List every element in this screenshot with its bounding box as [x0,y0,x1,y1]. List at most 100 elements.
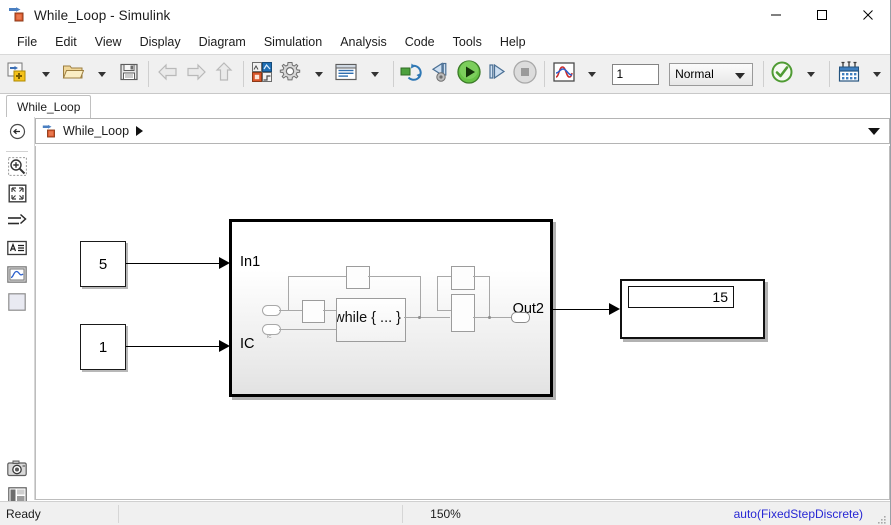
scope-view-button[interactable] [4,265,30,289]
open-folder-icon [62,62,85,87]
chevron-down-icon [314,71,323,77]
build-model-dropdown[interactable] [864,59,890,89]
annotation-icon [7,240,27,261]
blank-area-icon [8,292,26,316]
maximize-button[interactable] [799,0,845,30]
run-button[interactable] [456,59,482,89]
scope-view-icon [7,266,27,288]
preview-wire [437,310,451,311]
library-browser-button[interactable] [249,59,275,89]
navigate-up-button[interactable] [4,122,30,146]
update-model-button[interactable] [400,59,426,89]
signal-routing-button[interactable] [4,211,30,235]
tab-while-loop[interactable]: While_Loop [6,95,92,118]
minimize-button[interactable] [753,0,799,30]
model-advisor-dropdown[interactable] [797,59,823,89]
preview-wire [288,276,289,310]
annotation-button[interactable] [4,238,30,262]
new-model-button[interactable] [4,59,30,89]
simulation-data-inspector-dropdown[interactable] [579,59,605,89]
close-button[interactable] [845,0,890,30]
breadcrumb-path[interactable]: While_Loop [63,124,129,138]
signal-line-const5[interactable] [126,263,225,264]
while-iterator-block: while { ... } While Iterator [336,298,406,342]
menu-code[interactable]: Code [396,32,444,52]
snapshot-camera-icon [7,460,27,482]
toolbar-separator [829,61,830,87]
status-solver-text[interactable]: auto(FixedStepDiscrete) [734,507,863,521]
signal-arrow-display [609,303,620,315]
status-bar: Ready 150% auto(FixedStepDiscrete) [0,501,890,525]
simulation-mode-select[interactable]: Normal [669,62,753,86]
menu-file[interactable]: File [8,32,46,52]
display-block[interactable]: 15 [620,279,765,339]
resize-grip-icon[interactable] [877,512,887,524]
preview-wire [437,276,438,310]
step-back-button[interactable] [428,59,454,89]
up-level-button[interactable] [211,59,237,89]
model-canvas[interactable]: 5 1 In1 IC Out2 IC while {...} 15 [35,146,890,500]
simulation-stop-time-input[interactable]: 1 [611,63,660,85]
fit-to-view-button[interactable] [4,184,30,208]
model-configuration-dropdown[interactable] [305,59,331,89]
navigate-up-icon [9,123,26,145]
while-loop-subsystem-block[interactable]: In1 IC Out2 IC while {...} [229,219,553,397]
signal-line-out2[interactable] [553,309,615,310]
menu-edit[interactable]: Edit [46,32,86,52]
step-forward-button[interactable] [484,59,510,89]
signal-line-const1[interactable] [126,346,225,347]
model-explorer-button[interactable] [333,59,359,89]
toolbar-separator [543,61,545,87]
stop-button[interactable] [512,59,538,89]
preview-wire [368,276,420,277]
title-bar: While_Loop - Simulink [0,0,890,30]
signal-scope-icon [552,61,576,88]
back-arrow-icon [156,62,180,87]
main-toolbar: 1 Normal [0,54,890,94]
constant-block-1[interactable]: 1 [80,324,126,370]
subsystem-preview: IC while { ... } While Iterator [232,222,556,400]
chevron-down-icon [873,71,882,77]
menu-diagram[interactable]: Diagram [190,32,255,52]
open-model-dropdown[interactable] [88,59,114,89]
preview-junction-dot [418,316,421,319]
zoom-in-button[interactable] [4,157,30,181]
menu-help[interactable]: Help [491,32,535,52]
build-model-button[interactable] [836,59,862,89]
model-configuration-button[interactable] [277,59,303,89]
simulation-data-inspector-button[interactable] [551,59,577,89]
blank-area-button[interactable] [4,292,30,316]
preview-wire [279,310,302,311]
model-advisor-button[interactable] [769,59,795,89]
simulink-window: While_Loop - Simulink File Edit View Dis… [0,0,891,525]
preview-outport [511,312,530,323]
menu-view[interactable]: View [86,32,131,52]
preview-block-top [346,266,370,289]
open-model-button[interactable] [60,59,86,89]
menu-tools[interactable]: Tools [444,32,491,52]
simulink-model-icon [42,124,58,139]
preview-inport-ic-label: IC [267,334,272,339]
library-browser-icon [251,61,273,88]
save-disk-icon [119,62,139,87]
constant-block-5[interactable]: 5 [80,241,126,287]
snapshot-button[interactable] [4,459,30,483]
menu-display[interactable]: Display [131,32,190,52]
chevron-down-icon [41,71,50,77]
toolbar-separator [148,61,149,87]
model-explorer-dropdown[interactable] [361,59,387,89]
menu-analysis[interactable]: Analysis [331,32,396,52]
back-button[interactable] [155,59,181,89]
preview-wire [404,317,450,318]
forward-button[interactable] [183,59,209,89]
zoom-in-icon [7,157,27,181]
simulink-model-icon [8,6,28,24]
new-model-dropdown[interactable] [32,59,58,89]
run-icon [456,59,482,90]
window-controls [753,0,890,30]
simulation-mode-value: Normal [675,67,714,81]
breadcrumb-dropdown-icon[interactable] [868,128,880,135]
menu-simulation[interactable]: Simulation [255,32,331,52]
save-button[interactable] [116,59,142,89]
toolbar-separator [242,61,244,87]
